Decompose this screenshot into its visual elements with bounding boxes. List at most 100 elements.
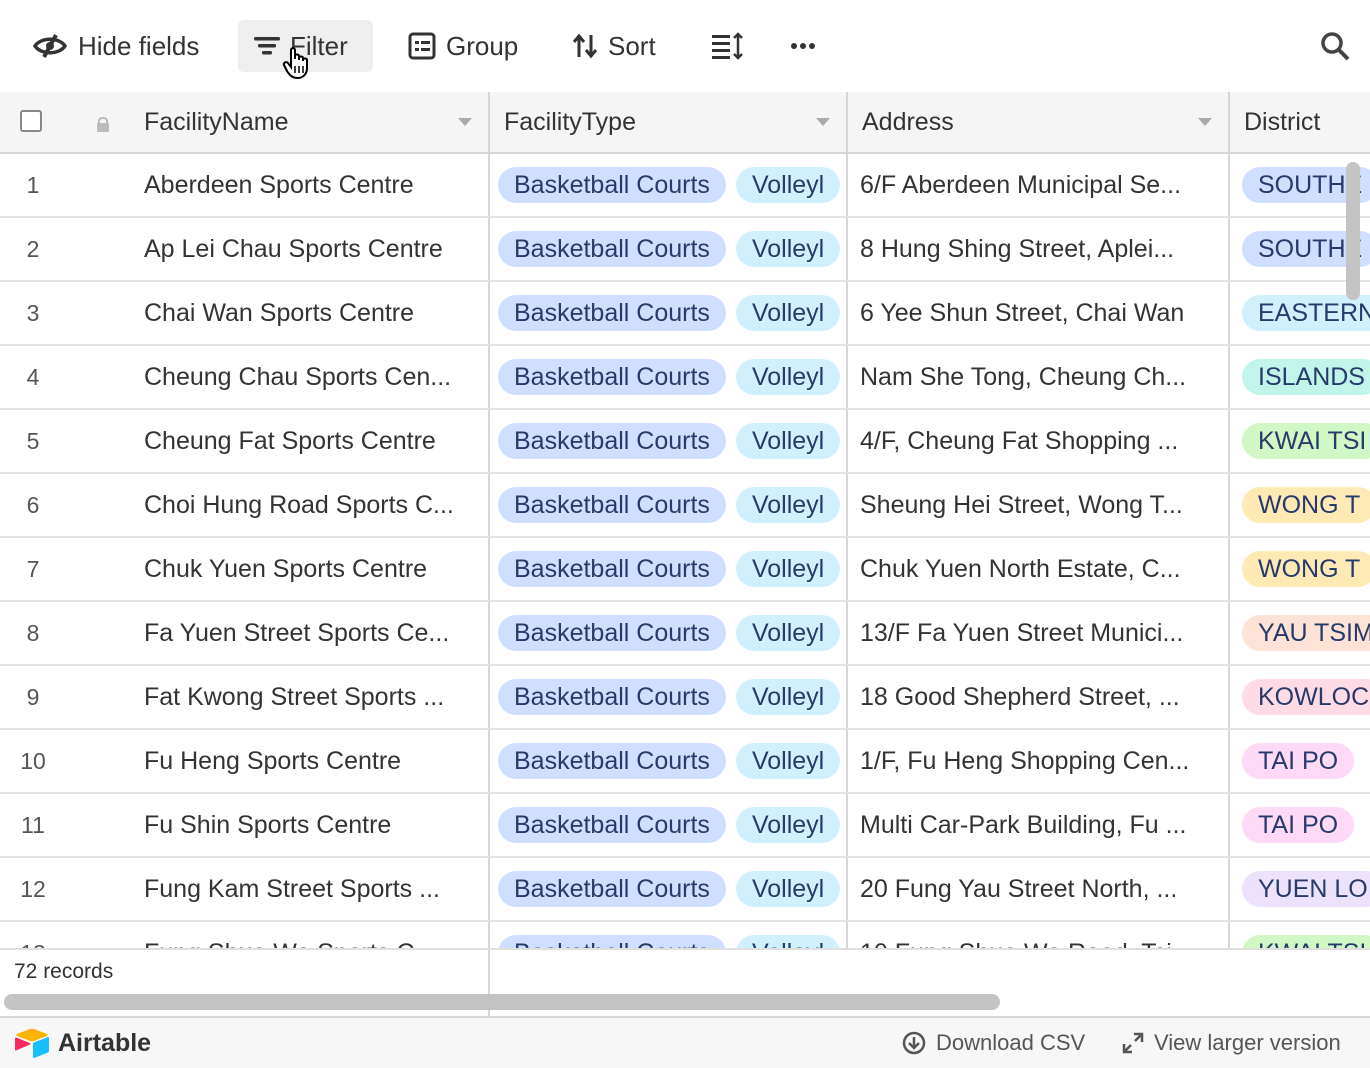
column-divider xyxy=(1228,666,1230,728)
table-row[interactable]: 4 Cheung Chau Sports Cen... Basketball Cou… xyxy=(0,346,1370,410)
column-header-facility-type[interactable]: FacilityType xyxy=(490,92,848,152)
column-menu-chevron-icon[interactable] xyxy=(458,118,472,126)
cell-facility-type[interactable]: Basketball CourtsVolleyl xyxy=(498,218,846,280)
cell-address[interactable]: 13/F Fa Yuen Street Munici... xyxy=(860,602,1226,664)
row-number: 10 xyxy=(20,747,46,774)
table-row[interactable]: 3 Chai Wan Sports Centre Basketball Courts… xyxy=(0,282,1370,346)
cell-facility-type[interactable]: Basketball CourtsVolleyl xyxy=(498,474,846,536)
column-header-facility-name[interactable]: FacilityName xyxy=(130,92,490,152)
cell-facility-type[interactable]: Basketball CourtsVolleyl xyxy=(498,666,846,728)
table-row[interactable]: 13 Fung Shue Wo Sports C... Basketball Cou… xyxy=(0,922,1370,948)
column-divider xyxy=(1228,282,1230,344)
row-number: 12 xyxy=(20,875,46,902)
cell-district[interactable]: ISLANDS xyxy=(1242,346,1370,408)
view-larger-link[interactable]: View larger version xyxy=(1122,1030,1341,1056)
facility-type-tag: Basketball Courts xyxy=(498,487,726,523)
airtable-brand[interactable]: Airtable xyxy=(14,1028,151,1058)
cell-district[interactable]: WONG T xyxy=(1242,538,1370,600)
column-header-address[interactable]: Address xyxy=(848,92,1230,152)
cell-facility-name[interactable]: Ap Lei Chau Sports Centre xyxy=(144,218,484,280)
table-row[interactable]: 2 Ap Lei Chau Sports Centre Basketball Cou… xyxy=(0,218,1370,282)
expand-icon xyxy=(1122,1032,1144,1054)
cell-facility-type[interactable]: Basketball CourtsVolleyl xyxy=(498,282,846,344)
airtable-embed: Hide fields Filter Group Sort FacilityNa… xyxy=(0,0,1370,1068)
cell-facility-type[interactable]: Basketball CourtsVolleyl xyxy=(498,922,846,948)
cell-address[interactable]: Nam She Tong, Cheung Ch... xyxy=(860,346,1226,408)
cell-facility-type[interactable]: Basketball CourtsVolleyl xyxy=(498,346,846,408)
cell-facility-name[interactable]: Fung Kam Street Sports ... xyxy=(144,858,484,920)
cell-district[interactable]: YAU TSIM xyxy=(1242,602,1370,664)
cell-facility-name[interactable]: Choi Hung Road Sports C... xyxy=(144,474,484,536)
more-options-button[interactable] xyxy=(774,20,832,72)
column-header-district[interactable]: District xyxy=(1230,92,1370,152)
column-divider xyxy=(1228,474,1230,536)
column-divider xyxy=(846,410,848,472)
select-all-checkbox[interactable] xyxy=(20,110,42,132)
cell-district[interactable]: TAI PO xyxy=(1242,730,1370,792)
cell-district[interactable]: WONG T xyxy=(1242,474,1370,536)
cell-facility-type[interactable]: Basketball CourtsVolleyl xyxy=(498,794,846,856)
cell-facility-type[interactable]: Basketball CourtsVolleyl xyxy=(498,602,846,664)
cell-address[interactable]: Multi Car-Park Building, Fu ... xyxy=(860,794,1226,856)
cell-facility-type[interactable]: Basketball CourtsVolleyl xyxy=(498,858,846,920)
column-menu-chevron-icon[interactable] xyxy=(1198,118,1212,126)
group-icon xyxy=(408,32,436,60)
vertical-scrollbar[interactable] xyxy=(1346,162,1360,300)
row-number: 13 xyxy=(0,922,66,949)
download-csv-link[interactable]: Download CSV xyxy=(902,1030,1085,1056)
column-label: District xyxy=(1244,107,1321,136)
table-row[interactable]: 1 Aberdeen Sports Centre Basketball Courts… xyxy=(0,154,1370,218)
cell-district[interactable]: TAI PO xyxy=(1242,794,1370,856)
table-row[interactable]: 9 Fat Kwong Street Sports ... Basketball C… xyxy=(0,666,1370,730)
cell-district[interactable]: KOWLOC xyxy=(1242,666,1370,728)
cell-facility-name[interactable]: Fat Kwong Street Sports ... xyxy=(144,666,484,728)
cell-facility-type[interactable]: Basketball CourtsVolleyl xyxy=(498,538,846,600)
facility-type-tag: Basketball Courts xyxy=(498,359,726,395)
cell-facility-name[interactable]: Chuk Yuen Sports Centre xyxy=(144,538,484,600)
cell-facility-name[interactable]: Cheung Fat Sports Centre xyxy=(144,410,484,472)
row-number: 8 xyxy=(26,619,40,646)
table-row[interactable]: 12 Fung Kam Street Sports ... Basketball C… xyxy=(0,858,1370,922)
table-row[interactable]: 11 Fu Shin Sports Centre Basketball Courts… xyxy=(0,794,1370,858)
cell-facility-type[interactable]: Basketball CourtsVolleyl xyxy=(498,154,846,216)
cell-facility-name[interactable]: Aberdeen Sports Centre xyxy=(144,154,484,216)
cell-address[interactable]: 18 Good Shepherd Street, ... xyxy=(860,666,1226,728)
table-row[interactable]: 10 Fu Heng Sports Centre Basketball Courts… xyxy=(0,730,1370,794)
horizontal-scrollbar[interactable] xyxy=(4,994,1000,1010)
table-row[interactable]: 6 Choi Hung Road Sports C... Basketball Co… xyxy=(0,474,1370,538)
cell-facility-name[interactable]: Fa Yuen Street Sports Ce... xyxy=(144,602,484,664)
search-button[interactable] xyxy=(1304,20,1366,72)
cell-facility-type[interactable]: Basketball CourtsVolleyl xyxy=(498,730,846,792)
hide-fields-button[interactable]: Hide fields xyxy=(16,20,215,72)
cell-facility-name[interactable]: Fu Heng Sports Centre xyxy=(144,730,484,792)
column-divider xyxy=(1228,346,1230,408)
more-icon xyxy=(791,43,815,49)
facility-type-tag: Volleyl xyxy=(735,231,841,267)
cell-facility-name[interactable]: Fung Shue Wo Sports C... xyxy=(144,922,484,949)
column-menu-chevron-icon[interactable] xyxy=(816,118,830,126)
cell-address[interactable]: 10 Fung Shue Wo Road, Tsi... xyxy=(860,922,1226,949)
cell-facility-name[interactable]: Chai Wan Sports Centre xyxy=(144,282,484,344)
cell-address[interactable]: Chuk Yuen North Estate, C... xyxy=(860,538,1226,600)
cell-address[interactable]: 8 Hung Shing Street, Aplei... xyxy=(860,218,1226,280)
table-row[interactable]: 5 Cheung Fat Sports Centre Basketball Cour… xyxy=(0,410,1370,474)
row-number: 6 xyxy=(26,491,40,518)
cell-address[interactable]: Sheung Hei Street, Wong T... xyxy=(860,474,1226,536)
sort-button[interactable]: Sort xyxy=(556,20,672,72)
table-row[interactable]: 8 Fa Yuen Street Sports Ce... Basketball C… xyxy=(0,602,1370,666)
cell-district[interactable]: KWAI TSI xyxy=(1242,410,1370,472)
cell-facility-name[interactable]: Fu Shin Sports Centre xyxy=(144,794,484,856)
row-height-button[interactable] xyxy=(696,20,760,72)
cell-address[interactable]: 6/F Aberdeen Municipal Se... xyxy=(860,154,1226,216)
group-button[interactable]: Group xyxy=(392,20,534,72)
table-row[interactable]: 7 Chuk Yuen Sports Centre Basketball Court… xyxy=(0,538,1370,602)
cell-district[interactable]: KWAI TSI xyxy=(1242,922,1370,948)
cell-address[interactable]: 1/F, Fu Heng Shopping Cen... xyxy=(860,730,1226,792)
cell-address[interactable]: 6 Yee Shun Street, Chai Wan xyxy=(860,282,1226,344)
cell-facility-type[interactable]: Basketball CourtsVolleyl xyxy=(498,410,846,472)
cell-facility-name[interactable]: Cheung Chau Sports Cen... xyxy=(144,346,484,408)
cell-district[interactable]: YUEN LO xyxy=(1242,858,1370,920)
cell-address[interactable]: 20 Fung Yau Street North, ... xyxy=(860,858,1226,920)
cell-address[interactable]: 4/F, Cheung Fat Shopping ... xyxy=(860,410,1226,472)
column-divider xyxy=(488,794,490,856)
